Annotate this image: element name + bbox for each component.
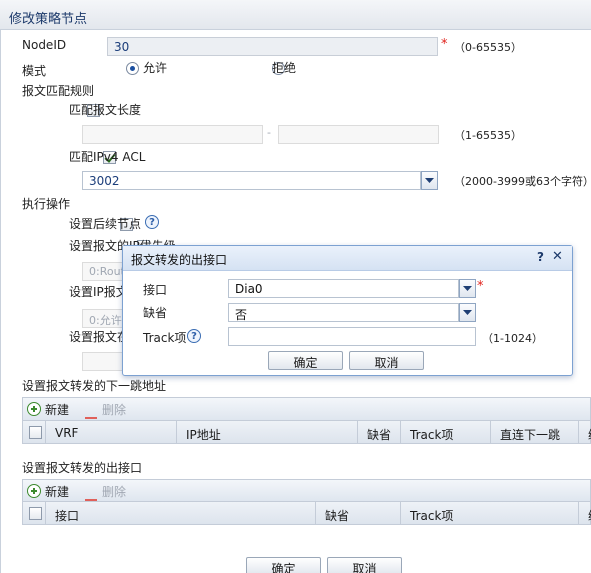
add-icon (27, 402, 41, 416)
out-iface-heading: 设置报文转发的出接口 (22, 461, 143, 475)
default-value: 否 (235, 308, 248, 322)
col-track[interactable]: Track项 (400, 421, 453, 443)
nodeid-field[interactable]: 30 (107, 37, 438, 56)
out-iface-toolbar: 新建 删除 (22, 479, 591, 513)
dialog-title-bar: 报文转发的出接口 (123, 246, 572, 271)
out-iface-delete-button[interactable]: 删除 (102, 483, 126, 500)
out-interface-dialog: 报文转发的出接口 ? ✕ 接口 Dia0 * 缺省 否 Track项 ? （1-… (122, 245, 573, 376)
next-hop-new-button[interactable]: 新建 (45, 401, 69, 418)
dialog-title: 报文转发的出接口 (131, 253, 228, 267)
dialog-cancel-button[interactable]: 取消 (349, 351, 424, 370)
close-icon[interactable]: ✕ (552, 249, 563, 264)
length-min-input[interactable] (82, 125, 263, 144)
ip-label-label: 设置IP报文 (69, 285, 128, 299)
interface-select[interactable]: Dia0 (228, 279, 459, 298)
length-max-input[interactable] (278, 125, 439, 144)
dialog-ok-button[interactable]: 确定 (268, 351, 343, 370)
help-icon[interactable]: ? (145, 215, 159, 229)
track-input[interactable] (228, 327, 476, 346)
acl-select[interactable]: 3002 (82, 171, 421, 190)
default-dropdown-button[interactable] (459, 303, 476, 322)
track-label: Track项 (143, 331, 187, 345)
next-hop-delete-button[interactable]: 删除 (102, 401, 126, 418)
next-hop-select-all[interactable] (29, 426, 42, 439)
acl-dropdown-button[interactable] (421, 171, 438, 190)
next-hop-grid-header: VRF IP地址 缺省 Track项 直连下一跳 编 (22, 420, 591, 444)
col-edit[interactable]: 编 (578, 502, 591, 524)
interface-dropdown-button[interactable] (459, 279, 476, 298)
add-icon (27, 484, 41, 498)
col-interface[interactable]: 接口 (45, 502, 79, 524)
required-mark: * (477, 279, 484, 294)
acl-hint: （2000-3999或63个字符） (454, 175, 591, 188)
next-hop-toolbar: 新建 删除 (22, 397, 591, 431)
actions-heading: 执行操作 (22, 197, 71, 211)
mode-allow-radio[interactable] (126, 62, 139, 75)
required-mark: * (441, 37, 448, 52)
match-rules-heading: 报文匹配规则 (22, 84, 95, 98)
chevron-down-icon (463, 285, 472, 291)
help-icon[interactable]: ? (187, 329, 201, 343)
next-node-label: 设置后续节点 (69, 217, 142, 231)
col-edit[interactable]: 编 (578, 421, 591, 443)
chevron-down-icon (425, 177, 434, 183)
mode-label: 模式 (22, 64, 47, 78)
col-ip[interactable]: IP地址 (176, 421, 221, 443)
mode-allow-label: 允许 (143, 61, 168, 75)
out-iface-select-all[interactable] (29, 507, 42, 520)
default-select[interactable]: 否 (228, 303, 459, 322)
length-hint: （1-65535） (454, 129, 522, 142)
cancel-button[interactable]: 取消 (327, 557, 402, 573)
out-iface-new-button[interactable]: 新建 (45, 483, 69, 500)
next-hop-heading: 设置报文转发的下一跳地址 (22, 379, 167, 393)
nodeid-value: 30 (114, 40, 130, 54)
acl-value: 3002 (89, 174, 120, 188)
dialog-help-icon[interactable]: ? (537, 250, 544, 264)
window-title: 修改策略节点 (0, 0, 591, 30)
chevron-down-icon (463, 309, 472, 315)
out-iface-grid-header: 接口 缺省 Track项 编 (22, 501, 591, 525)
ip-label-value: 0:允许 (89, 314, 122, 327)
col-vrf[interactable]: VRF (45, 421, 78, 443)
match-acl-label: 匹配IPv4 ACL (69, 150, 146, 164)
col-default[interactable]: 缺省 (315, 502, 349, 524)
col-direct[interactable]: 直连下一跳 (490, 421, 560, 443)
panel-border (0, 30, 1, 573)
length-separator: - (267, 126, 271, 139)
col-default[interactable]: 缺省 (357, 421, 391, 443)
nodeid-label: NodeID (22, 38, 67, 52)
interface-label: 接口 (143, 283, 168, 297)
match-length-label: 匹配报文长度 (69, 103, 142, 117)
ok-button[interactable]: 确定 (246, 557, 321, 573)
default-label: 缺省 (143, 306, 168, 320)
nodeid-hint: （0-65535） (454, 41, 522, 54)
mode-deny-label: 拒绝 (272, 61, 297, 75)
track-hint: （1-1024） (482, 332, 543, 345)
col-track[interactable]: Track项 (400, 502, 453, 524)
interface-value: Dia0 (235, 282, 263, 296)
out-label: 设置报文在 (69, 330, 130, 344)
